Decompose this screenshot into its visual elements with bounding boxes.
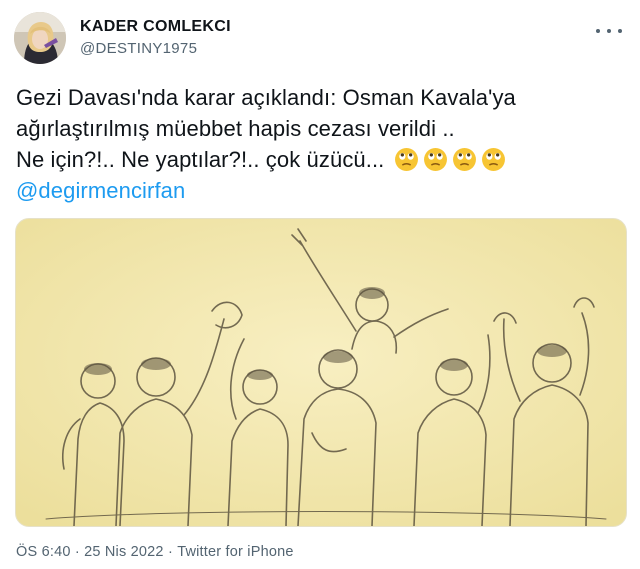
sketch-illustration [16, 219, 626, 526]
tweet-header: KADER COMLEKCI @DESTINY1975 [14, 12, 626, 68]
author-handle[interactable]: @DESTINY1975 [80, 40, 197, 57]
face-with-rolling-eyes-icon [395, 148, 419, 171]
tweet-date[interactable]: 25 Nis 2022 [84, 544, 164, 560]
mention-link[interactable]: @degirmencirfan [16, 175, 616, 206]
meta-separator: · [74, 544, 80, 560]
tweet-line-3-text: Ne için?!.. Ne yaptılar?!.. çok üzücü... [16, 147, 385, 172]
emoji-row [394, 147, 506, 172]
tweet-line-1: Gezi Davası'nda karar açıklandı: Osman K… [16, 85, 516, 110]
avatar-image [14, 12, 66, 64]
avatar[interactable] [14, 12, 66, 64]
face-with-rolling-eyes-icon [482, 148, 506, 171]
tweet-source[interactable]: Twitter for iPhone [177, 544, 293, 560]
meta-separator: · [167, 544, 173, 560]
tweet-time[interactable]: ÖS 6:40 [16, 544, 71, 560]
tweet-line-2: ağırlaştırılmış müebbet hapis cezası ver… [16, 116, 455, 141]
face-with-rolling-eyes-icon [453, 148, 477, 171]
more-options-icon[interactable] [596, 22, 622, 40]
tweet-media-image[interactable] [15, 218, 627, 527]
author-display-name[interactable]: KADER COMLEKCI [80, 18, 231, 36]
tweet-text: Gezi Davası'nda karar açıklandı: Osman K… [16, 82, 616, 206]
tweet-meta: ÖS 6:40 · 25 Nis 2022 · Twitter for iPho… [16, 544, 294, 560]
face-with-rolling-eyes-icon [424, 148, 448, 171]
tweet-line-3: Ne için?!.. Ne yaptılar?!.. çok üzücü... [16, 144, 616, 175]
